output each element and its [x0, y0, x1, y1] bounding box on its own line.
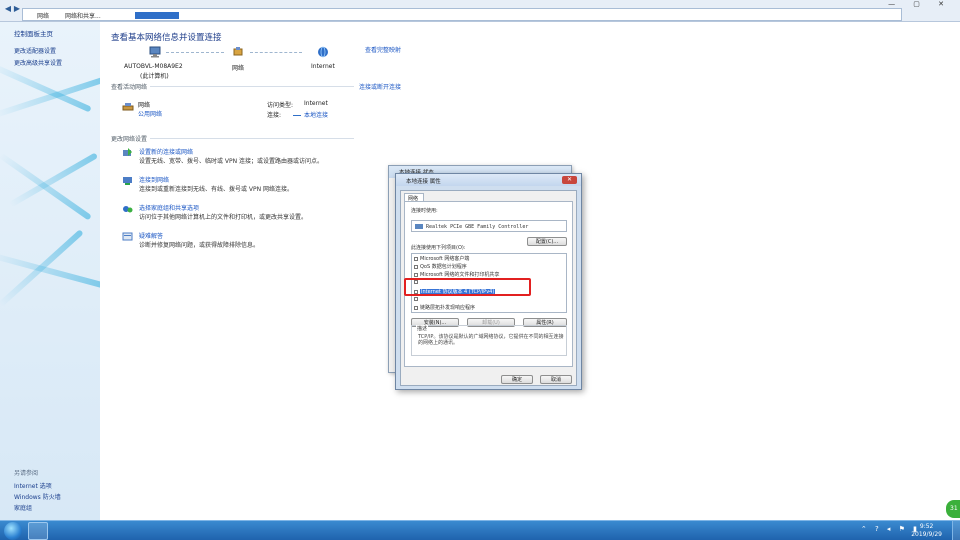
wallpaper-swoosh	[8, 152, 99, 208]
homegroup-icon	[123, 206, 133, 213]
items-label: 此连接使用下列项目(O):	[411, 245, 466, 251]
ok-button[interactable]: 确定	[501, 375, 533, 384]
globe-icon	[318, 46, 328, 58]
task-desc: 访问位于其他网络计算机上的文件和打印机，或更改共享设置。	[139, 214, 308, 221]
wallpaper-swoosh	[0, 76, 100, 118]
checkbox[interactable]	[414, 272, 418, 277]
computer-sub-label: (此计算机)	[140, 73, 169, 80]
network-type-link[interactable]: 公用网络	[138, 109, 162, 118]
clock-time: 9:52	[919, 523, 934, 530]
close-icon[interactable]: ✕	[562, 176, 577, 184]
properties-title: 本地连接 属性	[406, 179, 441, 185]
checkbox[interactable]	[414, 305, 418, 310]
connect-network-icon	[123, 177, 132, 185]
list-item[interactable]: QoS 数据包计划程序	[414, 263, 467, 271]
list-item[interactable]: 链路层拓扑发现响应程序	[414, 304, 475, 312]
start-button[interactable]	[4, 522, 22, 540]
description-group: 描述 TCP/IP。该协议是默认的广域网络协议，它提供在不同的相互连接的网络上的…	[411, 325, 567, 356]
task-desc: 设置无线、宽带、拨号、临时或 VPN 连接；或设置路由器或访问点。	[139, 158, 324, 165]
connect-disconnect-link[interactable]: 连接或断开连接	[359, 82, 401, 91]
task-title[interactable]: 疑难解答	[139, 231, 163, 240]
troubleshoot-icon	[122, 232, 133, 241]
page-title: 查看基本网络信息并设置连接	[111, 33, 222, 43]
internet-options-link[interactable]: Internet 选项	[14, 481, 52, 490]
access-type-value: Internet	[304, 100, 328, 107]
internet-node-label: Internet	[311, 63, 335, 70]
local-connection-link[interactable]: 本地连接	[304, 110, 328, 119]
checkbox[interactable]	[414, 264, 418, 269]
description-label: 描述	[416, 325, 429, 332]
access-type-label: 访问类型:	[267, 102, 294, 109]
configure-button[interactable]: 配置(C)...	[527, 237, 567, 246]
breadcrumb-network[interactable]: 网络	[37, 11, 49, 20]
windows-firewall-link[interactable]: Windows 防火墙	[14, 492, 61, 501]
task-title[interactable]: 连接到网络	[139, 175, 169, 184]
left-pane: 控制面板主页 更改适配器设置 更改高级共享设置 另请参阅 Internet 选项…	[0, 22, 100, 520]
network-name: 网络	[138, 102, 151, 109]
task-desc: 诊断并修复网络问题，或获得故障排除信息。	[139, 242, 260, 249]
address-selection	[135, 12, 179, 19]
computer-name: AUTOBVL-M08A9E2	[124, 63, 183, 70]
address-bar: ◀ ▶ 网络 网络和共享... — ▢ ✕	[0, 0, 960, 22]
list-item[interactable]: Microsoft 网络客户端	[414, 255, 469, 263]
full-map-link[interactable]: 查看完整映射	[365, 45, 401, 54]
change-advanced-sharing-link[interactable]: 更改高级共享设置	[14, 58, 62, 67]
description-text: TCP/IP。该协议是默认的广域网络协议，它提供在不同的相互连接的网络上的通讯。	[418, 334, 564, 346]
window-controls[interactable]: — ▢ ✕	[888, 0, 952, 8]
clock-date: 2019/9/29	[911, 531, 942, 538]
section-divider	[150, 138, 354, 139]
checkbox[interactable]	[414, 256, 418, 261]
connect-using-label: 连接时使用:	[411, 208, 438, 214]
adapter-name: Realtek PCIe GBE Family Controller	[426, 224, 529, 230]
change-settings-heading: 更改网络设置	[111, 136, 148, 143]
new-connection-icon	[123, 148, 132, 156]
homegroup-link[interactable]: 家庭组	[14, 503, 32, 512]
notification-badge[interactable]: 31	[946, 500, 960, 518]
connection-label: 连接:	[267, 112, 282, 119]
cancel-button[interactable]: 取消	[540, 375, 572, 384]
taskbar: ⌃ ? ◂ ⚑ ▮ 9:52 2019/9/29	[0, 520, 960, 540]
task-desc: 连接到或重新连接到无线、有线、拨号或 VPN 网络连接。	[139, 186, 294, 193]
active-networks-heading: 查看活动网络	[111, 84, 148, 91]
connection-icon	[293, 111, 301, 116]
section-divider	[150, 86, 354, 87]
change-adapter-settings-link[interactable]: 更改适配器设置	[14, 46, 56, 55]
task-title[interactable]: 设置新的连接或网络	[139, 147, 193, 156]
checkbox[interactable]	[414, 296, 418, 301]
annotation-highlight	[404, 278, 531, 296]
clock[interactable]: 9:52 2019/9/29	[911, 523, 942, 539]
main-content: 查看基本网络信息并设置连接 查看完整映射 AUTOBVL-M08A9E2 (此计…	[100, 22, 410, 520]
adapter-icon	[415, 224, 423, 229]
show-desktop-button[interactable]	[952, 521, 960, 540]
control-panel-home-link[interactable]: 控制面板主页	[14, 28, 53, 38]
adapter-field: Realtek PCIe GBE Family Controller	[411, 220, 567, 232]
network-icon	[233, 47, 243, 56]
properties-titlebar[interactable]: 本地连接 属性 ✕	[396, 174, 581, 186]
breadcrumb-sharing-center[interactable]: 网络和共享...	[65, 11, 101, 20]
network-bench-icon[interactable]	[122, 102, 134, 114]
see-also-heading: 另请参阅	[14, 470, 39, 477]
map-connector	[166, 52, 224, 53]
forward-icon[interactable]: ▶	[12, 4, 22, 14]
list-item[interactable]	[414, 296, 420, 304]
address-field[interactable]: 网络 网络和共享...	[22, 8, 902, 21]
wallpaper-swoosh	[0, 229, 84, 308]
computer-icon	[149, 46, 161, 58]
network-node-label: 网络	[232, 65, 245, 72]
task-title[interactable]: 选择家庭组和共享选项	[139, 203, 199, 212]
map-connector	[250, 52, 302, 53]
taskbar-app-network[interactable]	[28, 522, 48, 540]
